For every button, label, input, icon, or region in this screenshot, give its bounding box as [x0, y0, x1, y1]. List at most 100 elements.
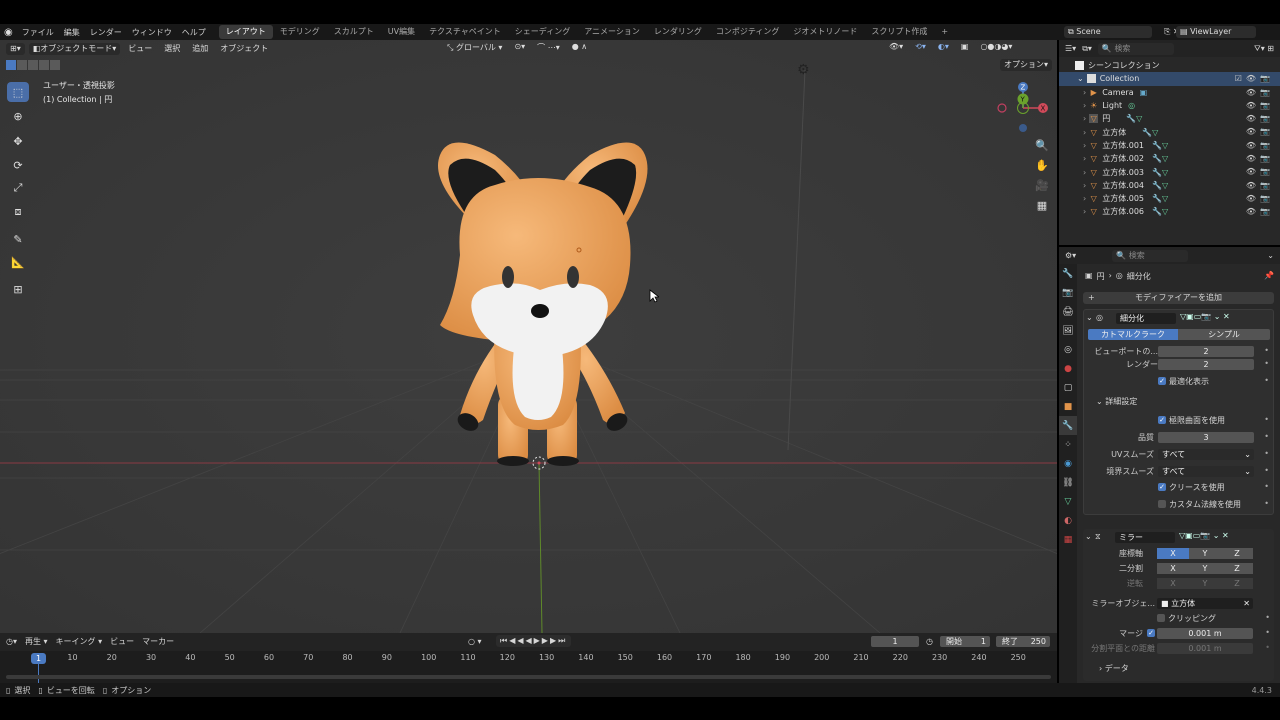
chevron-down-icon[interactable]: ⌄	[1077, 72, 1084, 85]
mirror-object-field[interactable]: ■ 立方体 ✕	[1157, 598, 1253, 609]
keyframe-dot-icon[interactable]: •	[1264, 415, 1269, 424]
tab-animation[interactable]: アニメーション	[577, 25, 647, 39]
modifier-toggle-icons[interactable]: ▽▣▭📷 ⌄ ✕	[1180, 312, 1230, 321]
mode-selector[interactable]: ◧ オブジェクトモード ▾	[28, 42, 121, 55]
tab-compositing[interactable]: コンポジティング	[709, 25, 787, 39]
keyframe-dot-icon[interactable]: •	[1265, 643, 1270, 652]
blender-logo-icon[interactable]: ◉	[4, 27, 13, 38]
chevron-right-icon[interactable]: ›	[1083, 126, 1086, 139]
bisect-x-toggle[interactable]: X	[1157, 563, 1189, 574]
keyframe-dot-icon[interactable]: •	[1264, 346, 1269, 355]
vp-menu-view[interactable]: ビュー	[124, 43, 156, 54]
outliner-item-cube-003[interactable]: › ▽ 立方体.003 🔧 ▽ 👁📷	[1059, 165, 1280, 178]
select-mode-buttons[interactable]	[6, 60, 60, 70]
tab-shading[interactable]: シェーディング	[508, 25, 577, 39]
select-box-tool-icon[interactable]: ⬚	[7, 82, 29, 102]
menu-help[interactable]: ヘルプ	[177, 27, 211, 38]
move-tool-icon[interactable]: ✥	[7, 131, 29, 151]
render-tab-icon[interactable]: 📷	[1059, 283, 1077, 302]
boundary-smooth-select[interactable]: すべて ⌄	[1158, 466, 1254, 477]
pan-hand-icon[interactable]: ✋	[1032, 156, 1052, 174]
transform-orientation[interactable]: ⤡ グローバル ▾	[443, 42, 506, 53]
limit-surface-checkbox[interactable]: ✓	[1158, 416, 1166, 424]
constraints-tab-icon[interactable]: ⛓	[1059, 473, 1077, 492]
axis-x-toggle[interactable]: X	[1157, 548, 1189, 559]
visibility-icon[interactable]: 👁▾	[885, 42, 907, 51]
menu-file[interactable]: ファイル	[17, 27, 59, 38]
bisect-distance-field[interactable]: 0.001 m	[1157, 643, 1253, 654]
tab-modeling[interactable]: モデリング	[273, 25, 327, 39]
menu-render[interactable]: レンダー	[85, 27, 127, 38]
data-tab-icon[interactable]: ▽	[1059, 492, 1077, 511]
playback-menu[interactable]: 再生 ▾	[25, 636, 48, 647]
overlay-icon[interactable]: ◐▾	[934, 42, 953, 51]
advanced-section-header[interactable]: ⌄ 詳細設定	[1096, 396, 1137, 407]
simple-tab[interactable]: シンプル	[1178, 329, 1270, 340]
timeline-view-menu[interactable]: ビュー	[110, 636, 134, 647]
outliner-display-icon[interactable]: ⧉▾	[1082, 44, 1092, 54]
chevron-down-icon[interactable]: ⌄	[1086, 313, 1093, 322]
measure-tool-icon[interactable]: 📐	[7, 252, 29, 272]
collection-visibility-icons[interactable]: ☑👁📷	[1235, 72, 1274, 85]
xray-icon[interactable]: ▣	[957, 42, 973, 51]
current-frame-field[interactable]: 1	[871, 636, 919, 647]
menu-window[interactable]: ウィンドウ	[127, 27, 177, 38]
visibility-icons[interactable]: 👁📷	[1246, 86, 1274, 99]
visibility-icons[interactable]: 👁📷	[1246, 99, 1274, 112]
light-object-icon[interactable]: ⚙	[797, 62, 810, 78]
flip-y-toggle[interactable]: Y	[1189, 578, 1221, 589]
tab-scripting[interactable]: スクリプト作成	[864, 25, 934, 39]
keyframe-dot-icon[interactable]: •	[1264, 376, 1269, 385]
modifier-name-field[interactable]: ミラー	[1115, 532, 1175, 543]
keyframe-dot-icon[interactable]: •	[1265, 628, 1270, 637]
chevron-right-icon[interactable]: ›	[1083, 99, 1086, 112]
keyframe-dot-icon[interactable]: •	[1264, 466, 1269, 475]
auto-keying-icon[interactable]: ○ ▾	[468, 637, 482, 646]
merge-distance-field[interactable]: 0.001 m	[1157, 628, 1253, 639]
keyframe-dot-icon[interactable]: •	[1264, 482, 1269, 491]
flip-x-toggle[interactable]: X	[1157, 578, 1189, 589]
snap-icon[interactable]: ⌒ ⋯▾	[533, 42, 564, 53]
collection-row[interactable]: ⌄ Collection ☑👁📷	[1059, 72, 1280, 86]
ortho-grid-icon[interactable]: ▦	[1032, 196, 1052, 214]
material-tab-icon[interactable]: ◐	[1059, 511, 1077, 530]
visibility-icons[interactable]: 👁📷	[1246, 125, 1274, 138]
tab-layout[interactable]: レイアウト	[218, 25, 273, 39]
gizmo-icon[interactable]: ⟲▾	[911, 42, 930, 51]
chevron-right-icon[interactable]: ›	[1083, 112, 1086, 125]
zoom-icon[interactable]: 🔍	[1032, 136, 1052, 154]
end-frame-field[interactable]: 終了 250	[996, 636, 1050, 647]
editor-type-button[interactable]: ⊞▾	[6, 42, 25, 55]
tab-texture-paint[interactable]: テクスチャペイント	[422, 25, 508, 39]
navigation-gizmo[interactable]: Z Y X	[994, 80, 1050, 136]
keyframe-dot-icon[interactable]: •	[1264, 432, 1269, 441]
tool-tab-icon[interactable]: 🔧	[1059, 264, 1077, 283]
catmull-clark-tab[interactable]: カトマルクラーク	[1088, 329, 1178, 340]
physics-tab-icon[interactable]: ◉	[1059, 454, 1077, 473]
outliner-search-input[interactable]: 🔍 検索	[1097, 42, 1174, 55]
modifier-tab-icon[interactable]: 🔧	[1059, 416, 1077, 435]
rotate-tool-icon[interactable]: ⟳	[7, 155, 29, 175]
chevron-right-icon[interactable]: ›	[1083, 192, 1086, 205]
tab-uv-editing[interactable]: UV編集	[381, 25, 422, 39]
view-layer-tab-icon[interactable]: 🖼	[1059, 321, 1077, 340]
use-crease-checkbox[interactable]: ✓	[1158, 483, 1166, 491]
visibility-icons[interactable]: 👁📷	[1246, 165, 1274, 178]
viewport-levels-field[interactable]: 2	[1158, 346, 1254, 357]
add-workspace-button[interactable]: +	[934, 25, 955, 39]
options-dropdown[interactable]: オプション ▾	[1000, 59, 1053, 71]
timeline-editor-icon[interactable]: ◷▾	[6, 637, 17, 646]
3d-viewport[interactable]: ⊞▾ ◧ オブジェクトモード ▾ ビュー 選択 追加 オブジェクト ⤡ グローバ…	[0, 40, 1057, 633]
viewlayer-selector[interactable]: ▤ ViewLayer	[1176, 26, 1256, 38]
axis-z-toggle[interactable]: Z	[1221, 548, 1253, 559]
scene-tab-icon[interactable]: ◎	[1059, 340, 1077, 359]
outliner-item-circle[interactable]: › ▽ 円 🔧 ▽ 👁📷	[1059, 112, 1280, 125]
start-frame-field[interactable]: 開始 1	[940, 636, 990, 647]
scene-selector[interactable]: ⧉ Scene	[1064, 26, 1152, 38]
vp-menu-add[interactable]: 追加	[188, 43, 212, 54]
filter-icon[interactable]: ⛛▾ ⊞	[1254, 44, 1274, 54]
timeline-scrollbar[interactable]	[6, 675, 1051, 679]
bisect-z-toggle[interactable]: Z	[1221, 563, 1253, 574]
chevron-down-icon[interactable]: ⌄	[1267, 251, 1274, 260]
keying-menu[interactable]: キーイング ▾	[56, 636, 103, 647]
